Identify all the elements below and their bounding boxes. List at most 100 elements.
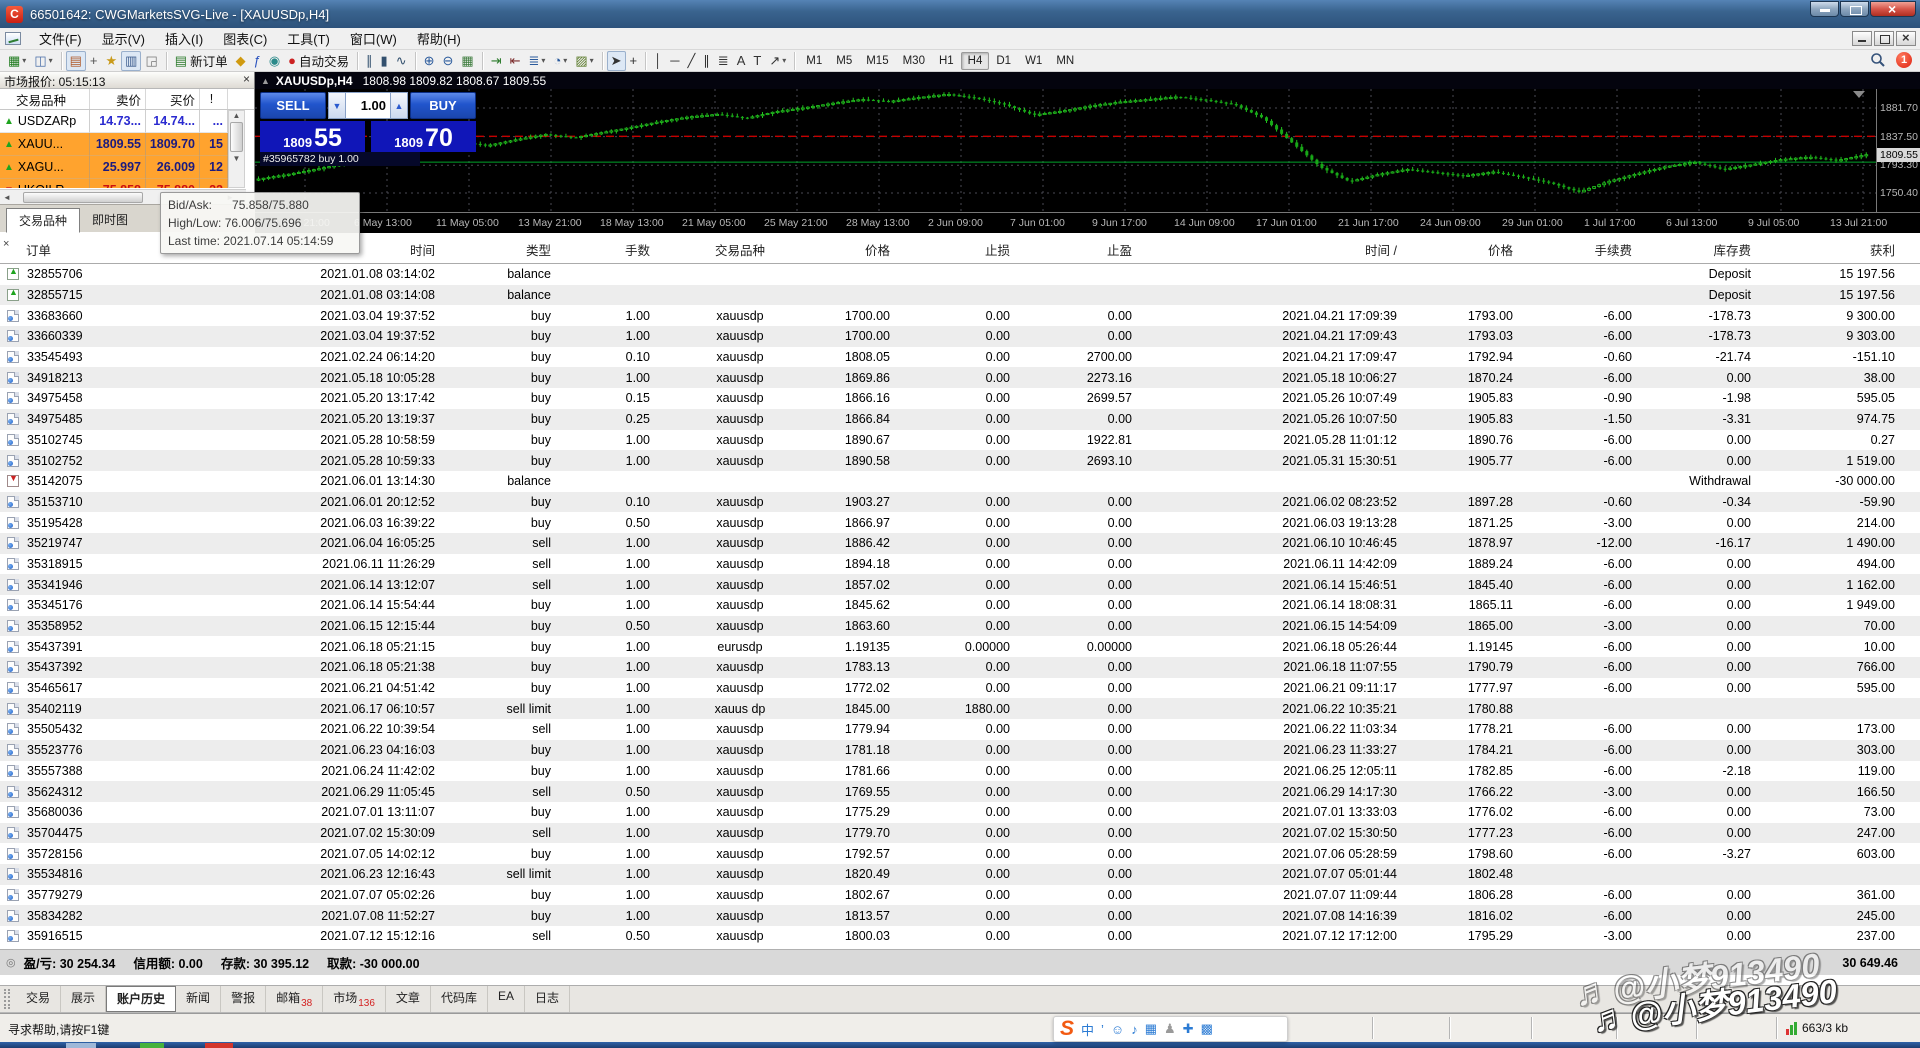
history-row[interactable]: 35523776 2021.06.23 04:16:03 buy 1.00 xauusd… [0, 739, 1920, 761]
history-row[interactable]: 35402119 2021.06.17 06:10:57 sell limit 1.0… [0, 698, 1920, 720]
history-row[interactable]: 35505432 2021.06.22 10:39:54 sell 1.00 xauus… [0, 719, 1920, 740]
menu-item-帮助[interactable]: 帮助(H) [407, 27, 471, 50]
text-button[interactable]: A [733, 51, 750, 71]
timeframe-W1[interactable]: W1 [1018, 52, 1049, 70]
notification-badge[interactable]: 1 [1896, 52, 1912, 68]
time-axis-label[interactable]: 21 Jun 17:00 [1338, 217, 1399, 229]
history-row[interactable]: 34975485 2021.05.20 13:19:37 buy 0.25 xauusd… [0, 408, 1920, 430]
volume-input[interactable]: 1.00 [346, 92, 390, 119]
fibonacci-button[interactable]: ≣ [714, 51, 733, 71]
history-row[interactable]: 35358952 2021.06.15 12:15:44 buy 0.50 xauusd… [0, 615, 1920, 637]
history-column-9[interactable]: 价格 [1402, 240, 1518, 259]
history-row[interactable]: 34918213 2021.05.18 10:05:28 buy 1.00 xauusd… [0, 367, 1920, 389]
history-column-10[interactable]: 手续费 [1518, 240, 1637, 259]
timeframe-M30[interactable]: M30 [896, 52, 932, 70]
market-watch-row-USDZARp[interactable]: ▲ USDZARp 14.73... 14.74...... [0, 110, 228, 133]
time-axis-label[interactable]: 9 Jun 17:00 [1092, 217, 1147, 229]
new-chart-button[interactable]: ▦ ▾ [4, 51, 30, 71]
time-axis-label[interactable]: 13 Jul 21:00 [1830, 217, 1887, 229]
time-axis-label[interactable]: 25 May 21:00 [764, 217, 828, 229]
search-icon[interactable] [1870, 52, 1886, 68]
ime-icon[interactable]: ✚ [1183, 1021, 1194, 1037]
history-row[interactable]: 35437392 2021.06.18 05:21:38 buy 1.00 xauusd… [0, 657, 1920, 678]
ime-icon[interactable]: ♟ [1164, 1021, 1176, 1037]
history-row[interactable]: 35704475 2021.07.02 15:30:09 sell 1.00 xauus… [0, 822, 1920, 844]
history-row[interactable]: 34975458 2021.05.20 13:17:42 buy 0.15 xauusd… [0, 388, 1920, 409]
time-axis-label[interactable]: 28 May 13:00 [846, 217, 910, 229]
history-row[interactable]: 35624312 2021.06.29 11:05:45 sell 0.50 xauus… [0, 781, 1920, 802]
ime-icon[interactable]: ▩ [1201, 1021, 1213, 1037]
menu-item-文件[interactable]: 文件(F) [29, 27, 92, 50]
history-column-8[interactable]: 时间 / [1137, 240, 1402, 259]
indicators-button[interactable]: ≣ ▾ [525, 51, 550, 71]
tab-文章[interactable]: 文章 [386, 986, 431, 1012]
ime-icon[interactable]: ☺ [1111, 1022, 1124, 1037]
history-row[interactable]: 35318915 2021.06.11 11:26:29 sell 1.00 xauus… [0, 554, 1920, 575]
metaeditor-button[interactable]: ◆ [232, 51, 250, 71]
time-axis-label[interactable]: 18 May 13:00 [600, 217, 664, 229]
menu-item-图表[interactable]: 图表(C) [213, 27, 277, 50]
tab-日志[interactable]: 日志 [525, 986, 570, 1012]
time-axis-label[interactable]: 6 May 13:00 [354, 217, 412, 229]
history-row[interactable]: 33660339 2021.03.04 19:37:52 buy 1.00 xauusd… [0, 326, 1920, 347]
timeframe-H4[interactable]: H4 [960, 51, 990, 70]
history-row[interactable]: 33545493 2021.02.24 06:14:20 buy 0.10 xauusd… [0, 347, 1920, 368]
zoom-out-button[interactable]: ⊖ [439, 51, 458, 71]
volume-increase-button[interactable]: ▲ [390, 92, 408, 119]
mdi-minimize-button[interactable] [1852, 31, 1872, 46]
buy-button[interactable]: BUY [410, 92, 476, 119]
menu-item-工具[interactable]: 工具(T) [277, 27, 340, 50]
time-axis-label[interactable]: 6 Jul 13:00 [1666, 217, 1717, 229]
time-axis-label[interactable]: 24 Jun 09:00 [1420, 217, 1481, 229]
strategy-tester-button[interactable]: ◲ [141, 51, 161, 71]
market-watch-tab-即时图[interactable]: 即时图 [80, 208, 140, 231]
tab-新闻[interactable]: 新闻 [176, 986, 222, 1012]
history-row[interactable]: 35345176 2021.06.14 15:54:44 buy 1.00 xauusd… [0, 595, 1920, 616]
tab-交易[interactable]: 交易 [16, 986, 62, 1012]
history-row[interactable]: 35102752 2021.05.28 10:59:33 buy 1.00 xauusd… [0, 450, 1920, 471]
history-row[interactable]: 35102745 2021.05.28 10:58:59 buy 1.00 xauusd… [0, 430, 1920, 451]
history-column-4[interactable]: 交易品种 [655, 240, 830, 259]
history-column-6[interactable]: 止损 [895, 240, 1015, 259]
market-watch-row-UKOILR[interactable]: ▼ UKOILR 75.85875.88022 [0, 179, 228, 188]
volume-decrease-button[interactable]: ▼ [328, 92, 346, 119]
bar-chart-mode-button[interactable]: ∥ [362, 51, 377, 71]
timeframe-M1[interactable]: M1 [799, 52, 829, 70]
time-axis-label[interactable]: 17 Jun 01:00 [1256, 217, 1317, 229]
history-row[interactable]: 33683660 2021.03.04 19:37:52 buy 1.00 xauusd… [0, 305, 1920, 326]
history-row[interactable]: 35834282 2021.07.08 11:52:27 buy 1.00 xauusd… [0, 905, 1920, 926]
market-watch-button[interactable]: ▤ [65, 50, 86, 71]
terminal-button[interactable]: ▥ [121, 50, 142, 71]
window-close-button[interactable] [1870, 1, 1916, 17]
history-column-7[interactable]: 止盈 [1015, 240, 1137, 259]
time-axis-label[interactable]: 13 May 21:00 [518, 217, 582, 229]
history-column-2[interactable]: 类型 [440, 240, 556, 259]
navigator-button[interactable]: ★ [102, 51, 122, 71]
text-label-button[interactable]: T [749, 51, 765, 71]
history-row[interactable]: 35465617 2021.06.21 04:51:42 buy 1.00 xauusd… [0, 678, 1920, 699]
timeframe-H1[interactable]: H1 [932, 52, 961, 70]
new-order-button[interactable]: ▤ 新订单 [171, 51, 232, 71]
history-row[interactable]: 35534816 2021.06.23 12:16:43 sell limit 1.0… [0, 863, 1920, 885]
ime-icon[interactable]: ♪ [1131, 1022, 1138, 1037]
ime-icon[interactable]: ▦ [1145, 1021, 1157, 1037]
history-column-11[interactable]: 库存费 [1637, 240, 1756, 259]
history-row[interactable]: 35916515 2021.07.12 15:12:16 sell 0.50 xauus… [0, 926, 1920, 947]
crosshair-button[interactable]: + [626, 51, 642, 71]
timeframe-M5[interactable]: M5 [829, 52, 859, 70]
time-axis-label[interactable]: 11 May 05:00 [436, 217, 499, 229]
tab-警报[interactable]: 警报 [221, 986, 267, 1012]
time-axis-label[interactable]: 29 Jun 01:00 [1502, 217, 1563, 229]
autotrading-button[interactable]: ● 自动交易 [284, 51, 353, 71]
mdi-restore-button[interactable] [1874, 31, 1894, 46]
menu-item-窗口[interactable]: 窗口(W) [340, 27, 407, 50]
history-row[interactable]: 35728156 2021.07.05 14:02:12 buy 1.00 xauusd… [0, 843, 1920, 864]
chart-window[interactable]: ▲ XAUUSDp,H4 1808.98 1809.82 1808.67 180… [255, 72, 1920, 233]
market-watch-vscrollbar[interactable]: ▲ ▼ [228, 110, 245, 188]
history-row[interactable]: 32855706 2021.01.08 03:14:02 balance Deposi… [0, 264, 1920, 285]
zoom-in-button[interactable]: ⊕ [420, 51, 439, 71]
sogou-logo-icon[interactable]: S [1060, 1017, 1074, 1041]
ime-icon[interactable]: ’ [1101, 1022, 1104, 1037]
windows-taskbar[interactable] [0, 1042, 1920, 1048]
taskbar-item[interactable] [205, 1043, 233, 1048]
